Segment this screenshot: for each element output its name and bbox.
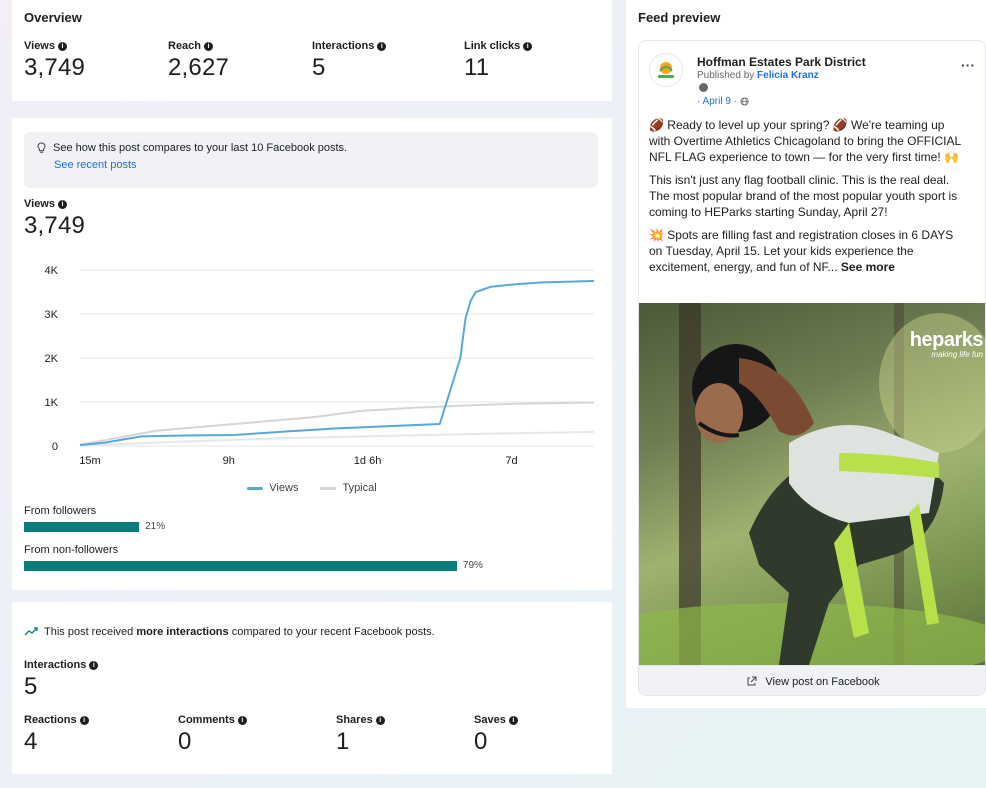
overview-card: Overview Views i 3,749 Reach i 2,627 Inter… xyxy=(12,0,612,101)
post-paragraph: 🏈 Ready to level up your spring? 🏈 We're… xyxy=(649,118,961,164)
metric-reactions: Reactions i 4 xyxy=(24,714,178,756)
nonfollowers-pct: 79% xyxy=(462,560,483,571)
typical-band-line[interactable] xyxy=(79,430,595,447)
followers-pct: 21% xyxy=(145,521,166,532)
followers-bar xyxy=(24,521,140,532)
heparks-logo-icon xyxy=(658,62,674,78)
more-options-icon[interactable]: ··· xyxy=(961,57,975,73)
chart-legend: Views Typical xyxy=(12,482,612,494)
globe-icon xyxy=(740,97,749,106)
overview-metrics: Views i 3,749 Reach i 2,627 Interactions i … xyxy=(24,40,604,82)
interactions-note: This post received more interactions com… xyxy=(24,626,435,638)
interactions-total: Interactions i 5 xyxy=(24,659,99,701)
metric-comments: Comments i 0 xyxy=(178,714,336,756)
metric-value: 11 xyxy=(464,54,490,81)
x-tick-label: 1d 6h xyxy=(354,455,382,467)
legend-views: Views xyxy=(247,482,298,494)
publisher-name[interactable]: Felicia Kranz xyxy=(757,70,819,81)
published-by: Published by Felicia Kranz xyxy=(697,70,819,81)
compare-tip: See how this post compares to your last … xyxy=(24,132,598,188)
interactions-breakdown: Reactions i 4 Comments i 0 Shares i 1 Saves… xyxy=(24,714,594,756)
lightbulb-icon xyxy=(37,142,46,153)
post-paragraph: This isn't just any flag football clinic… xyxy=(649,173,958,219)
overview-title: Overview xyxy=(24,10,82,25)
followers-breakdown: From followers 21% From non-followers 79… xyxy=(24,505,604,571)
see-recent-posts-link[interactable]: See recent posts xyxy=(54,159,586,171)
nonfollowers-bar xyxy=(24,560,457,571)
post-header: Hoffman Estates Park District Published … xyxy=(649,53,975,113)
compare-card: See how this post compares to your last … xyxy=(12,118,612,590)
metric-label: Link clicks xyxy=(464,40,521,52)
metric-label: Interactions xyxy=(312,40,375,52)
info-icon[interactable]: i xyxy=(79,715,89,725)
info-icon[interactable]: i xyxy=(204,41,214,51)
post-preview: Hoffman Estates Park District Published … xyxy=(638,40,986,696)
x-tick-label: 7d xyxy=(505,455,517,467)
metric-saves: Saves i 0 xyxy=(474,714,594,756)
feed-preview-card: Feed preview Hoffman Estates Park Distri… xyxy=(626,0,986,708)
views-chart: 0 1K 2K 3K 4K 15m 9h 1d 6h 7d xyxy=(45,265,595,467)
legend-typical: Typical xyxy=(320,482,377,494)
views-label: Views xyxy=(24,198,55,210)
info-icon[interactable]: i xyxy=(523,41,533,51)
metric-value: 3,749 xyxy=(24,54,86,81)
metric-shares: Shares i 1 xyxy=(336,714,474,756)
views-value: 3,749 xyxy=(24,212,86,239)
interactions-label: Interactions xyxy=(24,659,87,671)
info-icon[interactable]: i xyxy=(377,41,387,51)
views-series-line[interactable] xyxy=(79,280,595,447)
x-tick-label: 9h xyxy=(223,455,235,467)
info-icon[interactable]: i xyxy=(375,715,385,725)
followers-label: From followers xyxy=(24,505,97,517)
info-icon[interactable]: i xyxy=(89,660,99,670)
view-post-on-facebook-button[interactable]: View post on Facebook xyxy=(639,665,985,695)
trending-up-icon xyxy=(24,627,38,636)
interactions-value: 5 xyxy=(24,673,38,700)
y-tick-label: 3K xyxy=(45,309,59,321)
y-tick-label: 4K xyxy=(45,265,59,277)
x-tick-label: 15m xyxy=(79,455,100,467)
metric-value: 5 xyxy=(312,54,326,81)
y-tick-label: 0 xyxy=(52,441,58,453)
page-name[interactable]: Hoffman Estates Park District xyxy=(697,55,866,69)
metric-reach: Reach i 2,627 xyxy=(168,40,312,82)
post-date[interactable]: · April 9 · xyxy=(697,96,749,107)
see-more-link[interactable]: See more xyxy=(841,260,895,274)
info-icon[interactable]: i xyxy=(58,41,67,51)
post-text: 🏈 Ready to level up your spring? 🏈 We're… xyxy=(649,117,969,282)
metric-label: Reach xyxy=(168,40,202,52)
page-avatar[interactable] xyxy=(649,53,683,87)
info-icon[interactable]: i xyxy=(237,715,247,725)
y-tick-label: 2K xyxy=(45,353,59,365)
typical-series-line[interactable] xyxy=(79,401,595,446)
external-link-icon xyxy=(747,676,757,686)
tip-text: See how this post compares to your last … xyxy=(53,142,348,154)
views-header: Views i 3,749 xyxy=(24,198,85,240)
post-image[interactable]: heparks making life fun xyxy=(639,303,985,665)
metric-interactions: Interactions i 5 xyxy=(312,40,464,82)
nonfollowers-label: From non-followers xyxy=(24,544,119,556)
interactions-card: This post received more interactions com… xyxy=(12,602,612,774)
y-tick-label: 1K xyxy=(45,397,59,409)
location-icon xyxy=(699,83,708,92)
metric-value: 2,627 xyxy=(168,54,230,81)
info-icon[interactable]: i xyxy=(58,199,67,209)
heparks-watermark: heparks making life fun xyxy=(909,329,984,359)
metric-views: Views i 3,749 xyxy=(24,40,168,82)
metric-link-clicks: Link clicks i 11 xyxy=(464,40,604,82)
metric-label: Views xyxy=(24,40,55,52)
feed-preview-title: Feed preview xyxy=(638,10,721,25)
post-paragraph: 💥 Spots are filling fast and registratio… xyxy=(649,228,954,274)
info-icon[interactable]: i xyxy=(508,715,518,725)
